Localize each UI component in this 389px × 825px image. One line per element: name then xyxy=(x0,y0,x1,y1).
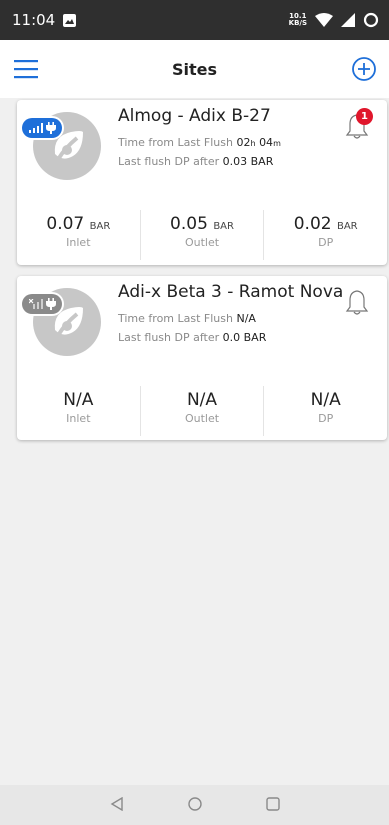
no-signal-icon xyxy=(28,299,43,309)
metric-outlet: N/A Outlet xyxy=(139,386,264,436)
power-plug-icon xyxy=(45,122,56,134)
last-flush-dp: Last flush DP after 0.03 BAR xyxy=(118,155,273,168)
power-plug-icon xyxy=(45,298,56,310)
battery-charging-icon xyxy=(363,12,379,28)
app-bar: Sites xyxy=(0,40,389,98)
add-site-icon[interactable] xyxy=(351,56,377,82)
metric-outlet: 0.05 BAR Outlet xyxy=(139,210,264,260)
status-bar: 11:04 10.1 KB/S xyxy=(0,0,389,40)
page-title: Sites xyxy=(171,59,218,79)
notification-count-badge: 1 xyxy=(356,108,373,125)
site-card[interactable]: Almog - Adix B-27 Time from Last Flush 0… xyxy=(17,100,387,265)
time-hours-unit: h xyxy=(250,139,256,148)
last-flush-dp: Last flush DP after 0.0 BAR xyxy=(118,331,266,344)
metrics-row: N/A Inlet N/A Outlet N/A DP xyxy=(17,386,387,436)
cell-signal-icon xyxy=(341,13,355,27)
metrics-row: 0.07 BAR Inlet 0.05 BAR Outlet 0.02 BAR … xyxy=(17,210,387,260)
network-speed: 10.1 KB/S xyxy=(289,13,307,27)
metric-value: 0.02 xyxy=(293,214,332,234)
time-from-last-flush: Time from Last Flush 02h 04m xyxy=(118,136,281,149)
time-label: Time from Last Flush xyxy=(118,312,233,325)
image-notification-icon xyxy=(63,13,77,27)
time-minutes: 04 xyxy=(259,136,274,149)
home-circle-icon xyxy=(187,796,202,811)
metric-inlet: N/A Inlet xyxy=(17,386,140,436)
time-minutes-unit: m xyxy=(273,139,281,148)
metric-dp: N/A DP xyxy=(263,386,387,436)
metric-value: 0.05 xyxy=(170,214,208,234)
recents-square-icon xyxy=(265,796,280,811)
time-from-last-flush: Time from Last Flush N/A xyxy=(118,312,256,325)
back-nav-button[interactable] xyxy=(110,796,124,815)
metric-unit: BAR xyxy=(89,221,111,232)
time-hours: 02 xyxy=(236,136,251,149)
site-name: Almog - Adix B-27 xyxy=(118,106,271,126)
bell-icon[interactable] xyxy=(345,288,369,316)
site-name: Adi-x Beta 3 - Ramot Nova xyxy=(118,282,344,302)
flush-label: Last flush DP after xyxy=(118,155,220,168)
recents-nav-button[interactable] xyxy=(265,796,280,815)
metric-label: Outlet xyxy=(184,412,220,425)
back-triangle-icon xyxy=(110,796,123,811)
connection-badge xyxy=(22,294,62,314)
wifi-icon xyxy=(315,13,333,27)
metric-label: Inlet xyxy=(66,236,91,249)
metric-value: N/A xyxy=(186,390,218,410)
metric-inlet: 0.07 BAR Inlet xyxy=(17,210,140,260)
metric-value: N/A xyxy=(63,390,94,410)
signal-bars-icon xyxy=(28,123,43,133)
time-label: Time from Last Flush xyxy=(118,136,233,149)
home-nav-button[interactable] xyxy=(187,796,202,815)
metric-label: DP xyxy=(318,412,334,425)
metric-label: Outlet xyxy=(184,236,220,249)
metric-unit: BAR xyxy=(336,221,358,232)
flush-value: 0.03 BAR xyxy=(222,155,274,168)
menu-icon[interactable] xyxy=(14,57,40,81)
system-navigation-bar xyxy=(0,785,389,825)
metric-unit: BAR xyxy=(213,221,234,232)
metric-value: 0.07 xyxy=(46,214,85,234)
status-bar-right: 10.1 KB/S xyxy=(289,12,379,28)
flush-label: Last flush DP after xyxy=(118,331,220,344)
network-speed-unit: KB/S xyxy=(288,19,307,27)
status-bar-left: 11:04 xyxy=(12,11,77,29)
flush-value: 0.0 BAR xyxy=(222,331,267,344)
site-card[interactable]: Adi-x Beta 3 - Ramot Nova Time from Last… xyxy=(17,276,387,440)
metric-label: Inlet xyxy=(66,412,91,425)
status-time: 11:04 xyxy=(12,11,56,29)
metric-value: N/A xyxy=(310,390,341,410)
metric-dp: 0.02 BAR DP xyxy=(263,210,387,260)
connection-badge xyxy=(22,118,62,138)
metric-label: DP xyxy=(318,236,334,249)
time-value: N/A xyxy=(236,312,256,325)
